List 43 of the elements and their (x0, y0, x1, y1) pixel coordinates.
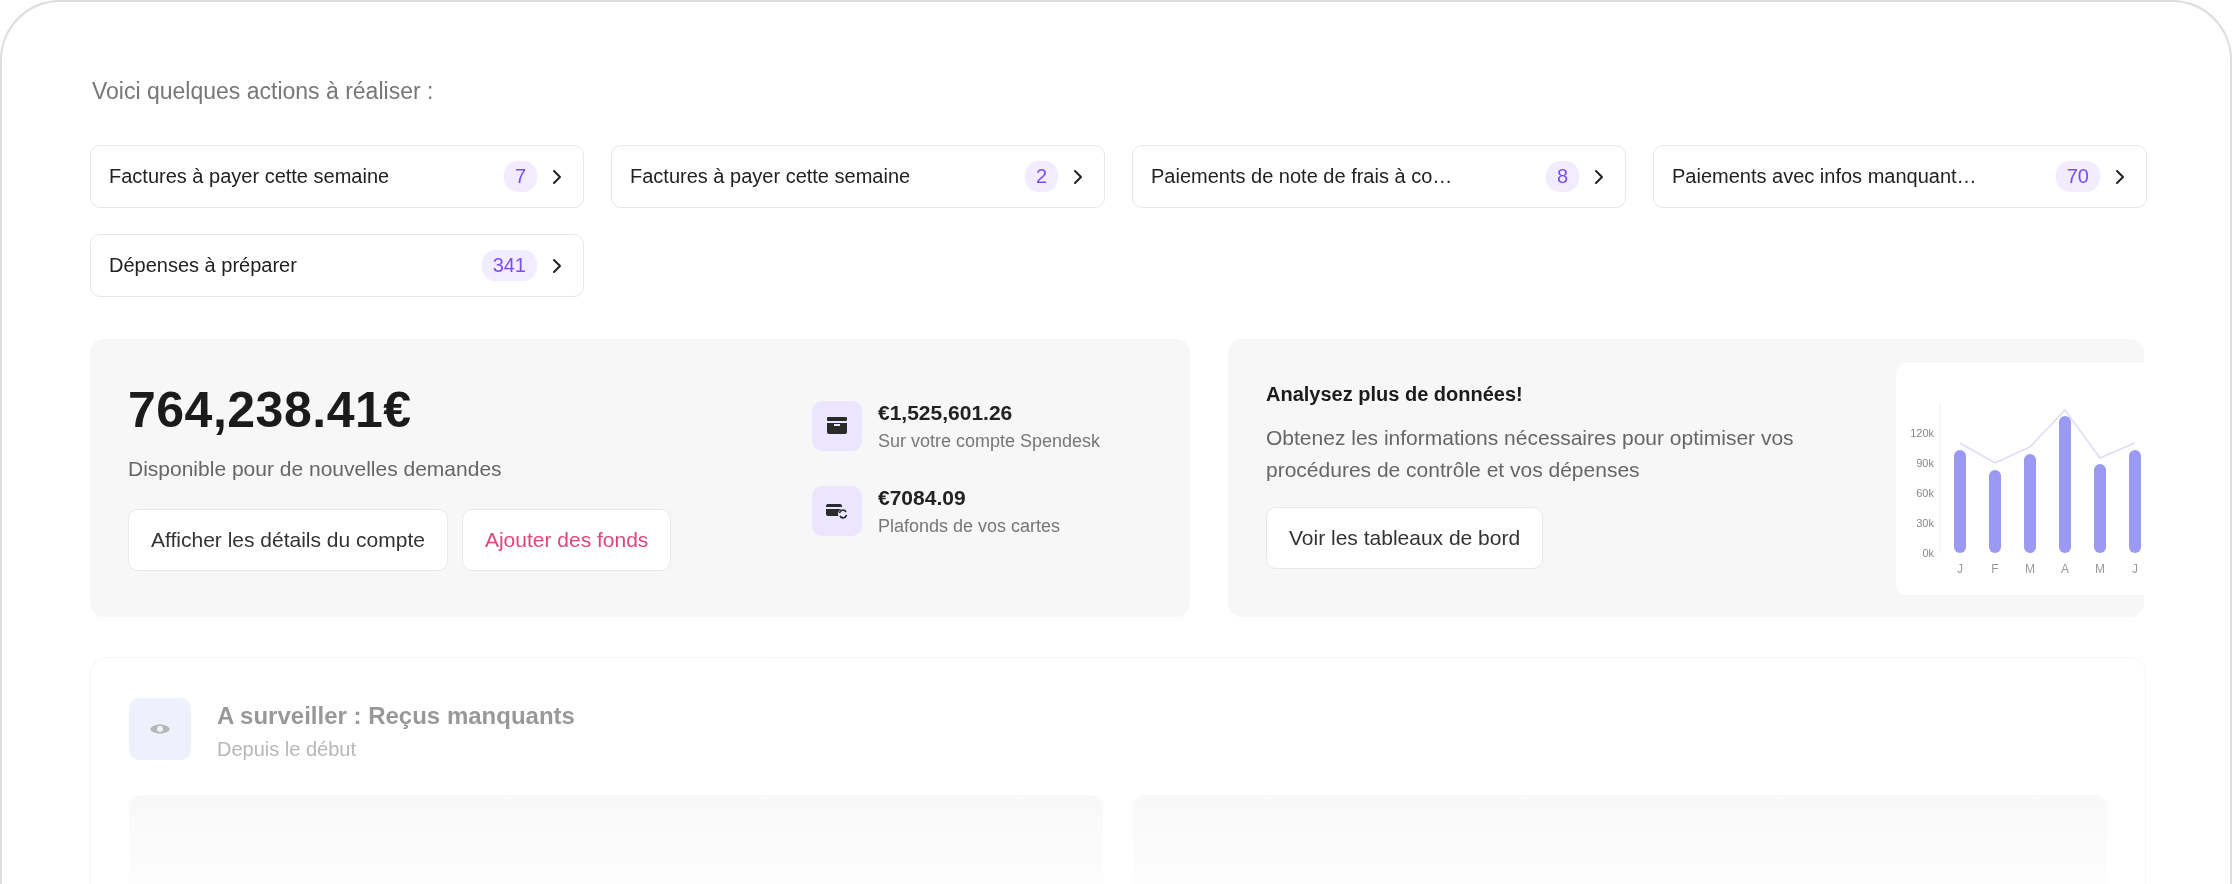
action-chip[interactable]: Dépenses à préparer 341 (90, 234, 584, 297)
action-chip[interactable]: Factures à payer cette semaine 7 (90, 145, 584, 208)
action-chip[interactable]: Factures à payer cette semaine 2 (611, 145, 1105, 208)
account-caption: Plafonds de vos cartes (878, 516, 1061, 537)
axis-label: 120k (1910, 427, 1934, 439)
action-label: Dépenses à préparer (109, 254, 298, 277)
axis-label: F (1991, 562, 1999, 576)
dashboards-button[interactable]: Voir les tableaux de bord (1266, 507, 1544, 569)
account-caption: Sur votre compte Spendesk (878, 431, 1101, 452)
account-details-button[interactable]: Afficher les détails du compte (128, 509, 448, 571)
wallet-icon (812, 401, 862, 451)
balance-caption: Disponible pour de nouvelles demandes (128, 457, 503, 481)
action-chip[interactable]: Paiements de note de frais à co… 8 (1132, 145, 1626, 208)
action-label: Factures à payer cette semaine (109, 165, 391, 188)
account-amount: €1,525,601.26 (878, 401, 1014, 425)
axis-label: 60k (1916, 487, 1934, 499)
axis-label: M (2025, 562, 2035, 576)
balance-amount: 764,238.41€ (128, 381, 413, 439)
count-badge: 8 (1545, 161, 1579, 192)
eye-icon (129, 698, 191, 760)
axis-label: 90k (1916, 457, 1934, 469)
action-label: Factures à payer cette semaine (630, 165, 912, 188)
section-heading: Voici quelques actions à réaliser : (92, 78, 435, 105)
axis-label: J (2132, 562, 2138, 576)
axis-label: J (1957, 562, 1963, 576)
count-badge: 7 (503, 161, 537, 192)
count-badge: 2 (1024, 161, 1058, 192)
count-badge: 341 (481, 250, 537, 281)
watch-title: A surveiller : Reçus manquants (217, 702, 575, 730)
axis-label: 30k (1916, 517, 1934, 529)
account-amount: €7084.09 (878, 486, 967, 510)
add-funds-button[interactable]: Ajouter des fonds (461, 509, 672, 571)
promo-text: Obtenez les informations nécessaires pour optimiser vos procédures de contrôle et vos dépenses (1266, 425, 1795, 483)
cards-icon (812, 486, 862, 536)
axis-label: A (2061, 562, 2069, 576)
action-label: Paiements de note de frais à co… (1151, 165, 1454, 188)
watch-subtitle: Depuis le début (217, 738, 357, 761)
axis-label: 0k (1922, 547, 1934, 559)
action-label: Paiements avec infos manquant… (1672, 165, 1978, 188)
axis-label: M (2095, 562, 2105, 576)
action-chip[interactable]: Paiements avec infos manquant… 70 (1653, 145, 2147, 208)
count-badge: 70 (2055, 161, 2100, 192)
promo-title: Analysez plus de données! (1266, 383, 1524, 406)
